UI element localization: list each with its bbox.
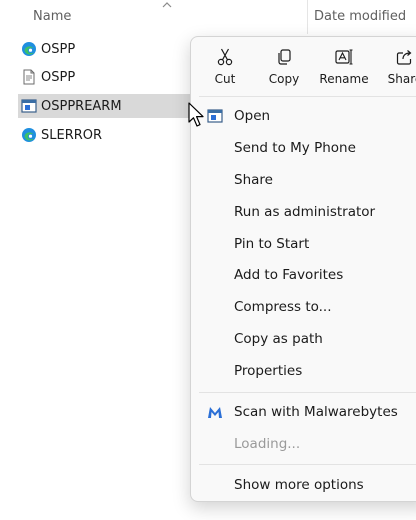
menu-divider [199, 96, 416, 97]
column-header: Name Date modified [0, 0, 416, 36]
file-row[interactable]: SLERROR [18, 123, 190, 147]
menu-divider [199, 464, 416, 465]
menu-item-scan-malwarebytes[interactable]: Scan with Malwarebytes [191, 397, 416, 427]
menu-item-copy-as-path[interactable]: Copy as path [191, 324, 416, 354]
menu-item-label: Scan with Malwarebytes [234, 404, 398, 420]
file-name: OSPP [41, 41, 76, 57]
cut-label: Cut [214, 72, 236, 86]
menu-divider [199, 392, 416, 393]
menu-item-label: Pin to Start [234, 236, 310, 252]
share-icon [395, 47, 415, 67]
share-button[interactable]: Share [374, 45, 416, 91]
file-row[interactable]: OSPP [18, 65, 190, 89]
menu-item-label: Show more options [234, 477, 364, 493]
column-divider[interactable] [307, 0, 308, 34]
cut-button[interactable]: Cut [194, 45, 256, 91]
window-app-icon [205, 106, 225, 126]
file-row[interactable]: OSPP [18, 37, 190, 61]
menu-item-run-as-admin[interactable]: Run as administrator [191, 197, 416, 227]
file-name: OSPPREARM [41, 98, 122, 114]
menu-item-label: Run as administrator [234, 204, 376, 220]
menu-item-label: Open [234, 108, 271, 124]
context-menu: Cut Copy Rename Shar Open Send to My Pho… [190, 36, 416, 502]
edge-icon [21, 127, 37, 143]
share-label: Share [387, 72, 416, 86]
menu-item-show-more-options[interactable]: Show more options [191, 470, 416, 500]
file-name: OSPP [41, 69, 76, 85]
column-date-modified-header[interactable]: Date modified [314, 9, 406, 24]
file-name: SLERROR [41, 127, 103, 143]
menu-item-share[interactable]: Share [191, 165, 416, 195]
menu-item-label: Loading... [234, 436, 301, 452]
menu-item-open[interactable]: Open [191, 101, 416, 131]
copy-icon [274, 47, 294, 67]
menu-item-label: Add to Favorites [234, 267, 344, 283]
edge-icon [21, 41, 37, 57]
copy-button[interactable]: Copy [253, 45, 315, 91]
menu-item-label: Copy as path [234, 331, 323, 347]
scissors-icon [215, 47, 235, 67]
rename-icon [334, 47, 354, 67]
copy-label: Copy [268, 72, 300, 86]
menu-item-send-to-phone[interactable]: Send to My Phone [191, 133, 416, 163]
menu-item-label: Send to My Phone [234, 140, 356, 156]
menu-item-add-to-favorites[interactable]: Add to Favorites [191, 260, 416, 290]
file-row-selected[interactable]: OSPPREARM [18, 94, 190, 118]
menu-item-label: Properties [234, 363, 303, 379]
malwarebytes-icon [205, 402, 225, 422]
menu-item-compress-to[interactable]: Compress to... [191, 292, 416, 322]
column-name-header[interactable]: Name [33, 9, 71, 24]
menu-item-pin-to-start[interactable]: Pin to Start [191, 229, 416, 259]
rename-label: Rename [319, 72, 369, 86]
context-menu-toolbar: Cut Copy Rename Shar [191, 37, 416, 95]
document-icon [21, 69, 37, 85]
rename-button[interactable]: Rename [313, 45, 375, 91]
sort-ascending-icon [162, 2, 172, 8]
menu-item-label: Share [234, 172, 273, 188]
menu-item-properties[interactable]: Properties [191, 356, 416, 386]
window-app-icon [21, 98, 37, 114]
menu-item-loading: Loading... [191, 429, 416, 459]
menu-item-label: Compress to... [234, 299, 332, 315]
